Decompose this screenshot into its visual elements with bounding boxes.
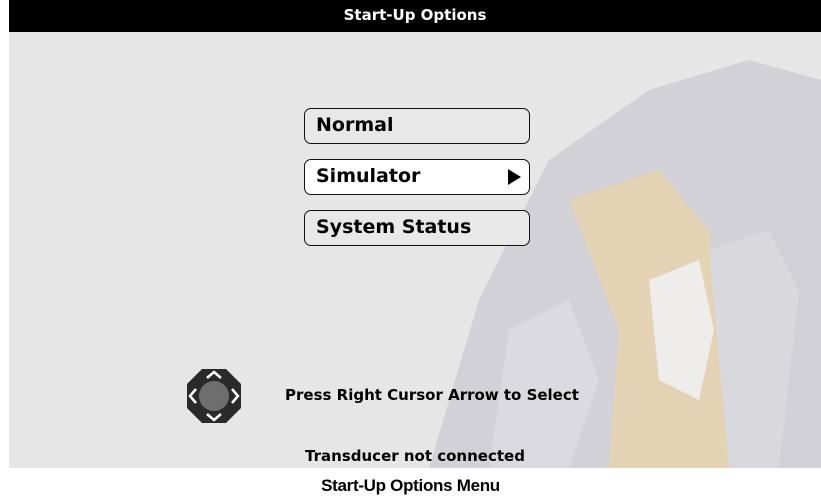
figure-caption: Start-Up Options Menu — [321, 476, 500, 495]
instruction-text: Press Right Cursor Arrow to Select — [285, 386, 579, 404]
status-text: Transducer not connected — [305, 447, 525, 465]
menu-button-simulator[interactable]: Simulator — [304, 159, 530, 195]
menu-button-system-status[interactable]: System Status — [304, 210, 530, 246]
menu-button-normal[interactable]: Normal — [304, 108, 530, 144]
menu-button-label: Normal — [316, 114, 394, 136]
device-screen: Start-Up Options Normal Simulator System… — [9, 0, 821, 468]
menu-button-label: System Status — [316, 216, 472, 238]
four-way-cursor-pad-icon[interactable] — [185, 367, 243, 425]
screen-title: Start-Up Options — [9, 0, 821, 32]
menu-button-label: Simulator — [316, 165, 421, 187]
right-arrow-icon — [508, 169, 521, 185]
